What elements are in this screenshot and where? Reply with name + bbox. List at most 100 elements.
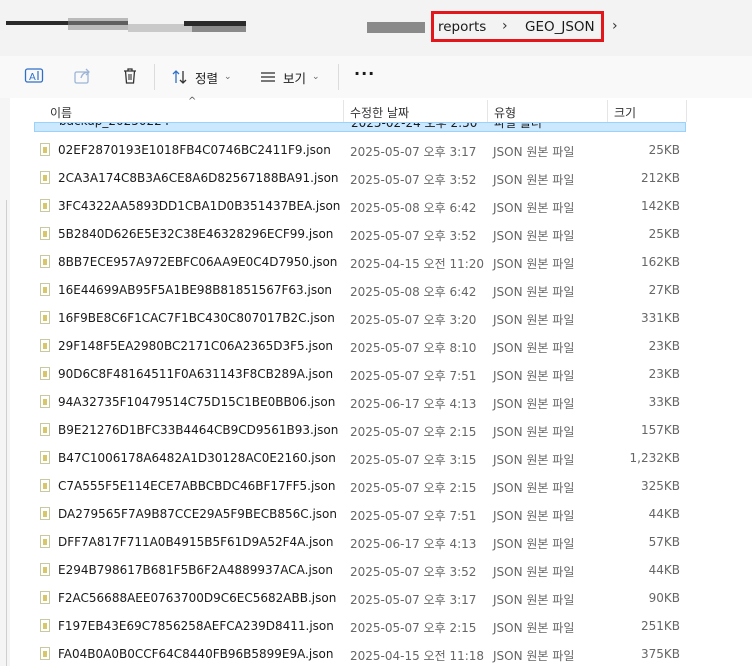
json-file-icon bbox=[40, 255, 50, 268]
file-name: 2CA3A174C8B3A6CE8A6D82567188BA91.json bbox=[58, 171, 339, 185]
file-type: JSON 원본 파일 bbox=[493, 621, 575, 635]
file-size: 23KB bbox=[648, 339, 680, 353]
navigation-pane-divider[interactable] bbox=[6, 200, 7, 666]
file-type: JSON 원본 파일 bbox=[493, 481, 575, 495]
file-row[interactable]: 29F148F5EA2980BC2171C06A2365D3F5.json 202… bbox=[34, 332, 688, 360]
folder-name: backup_20250224 bbox=[59, 123, 169, 128]
file-row[interactable]: DFF7A817F711A0B4915B5F61D9A52F4A.json 202… bbox=[34, 528, 688, 556]
file-row[interactable]: B47C1006178A6482A1D30128AC0E2160.json 202… bbox=[34, 444, 688, 472]
column-divider[interactable] bbox=[607, 100, 608, 122]
file-row[interactable]: FA04B0A0B0CCF64C8440FB96B5899E9A.json 202… bbox=[34, 640, 688, 668]
json-file-icon bbox=[40, 227, 50, 240]
column-divider[interactable] bbox=[686, 100, 687, 122]
file-name: E294B798617B681F5B6F2A4889937ACA.json bbox=[58, 563, 333, 577]
redacted-path bbox=[128, 24, 192, 32]
file-size: 142KB bbox=[640, 199, 680, 213]
file-modified-date: 2025-05-07 오후 3:52 bbox=[350, 173, 477, 187]
file-row[interactable]: 8BB7ECE957A972EBFC06AA9E0C4D7950.json 202… bbox=[34, 248, 688, 276]
toolbar-divider bbox=[154, 64, 155, 90]
file-modified-date: 2025-05-07 오후 2:15 bbox=[350, 621, 477, 635]
column-header-name[interactable]: 이름 bbox=[50, 104, 72, 121]
file-type: JSON 원본 파일 bbox=[493, 649, 575, 663]
file-type: JSON 원본 파일 bbox=[493, 453, 575, 467]
file-row[interactable]: F2AC56688AEE0763700D9C6EC5682ABB.json 202… bbox=[34, 584, 688, 612]
json-file-icon bbox=[40, 507, 50, 520]
file-type: JSON 원본 파일 bbox=[493, 341, 575, 355]
breadcrumb-geo-json[interactable]: GEO_JSON bbox=[525, 19, 595, 35]
breadcrumb-reports[interactable]: reports bbox=[438, 19, 486, 35]
view-icon bbox=[261, 72, 275, 82]
file-name: 02EF2870193E1018FB4C0746BC2411F9.json bbox=[58, 143, 331, 157]
column-header-type[interactable]: 유형 bbox=[494, 104, 516, 121]
file-row[interactable]: 3FC4322AA5893DD1CBA1D0B351437BEA.json 202… bbox=[34, 192, 688, 220]
json-file-icon bbox=[40, 339, 50, 352]
file-size: 212KB bbox=[640, 171, 680, 185]
delete-icon[interactable] bbox=[120, 66, 140, 86]
file-name: F197EB43E69C7856258AEFCA239D8411.json bbox=[58, 619, 334, 633]
file-name: B9E21276D1BFC33B4464CB9CD9561B93.json bbox=[58, 423, 339, 437]
file-size: 23KB bbox=[648, 367, 680, 381]
more-options-button[interactable]: ··· bbox=[354, 64, 375, 83]
address-bar[interactable]: reports › GEO_JSON › bbox=[0, 0, 752, 56]
file-row[interactable]: DA279565F7A9B87CCE29A5F9BECB856C.json 202… bbox=[34, 500, 688, 528]
file-modified-date: 2025-05-07 오후 2:15 bbox=[350, 481, 477, 495]
column-divider[interactable] bbox=[487, 100, 488, 122]
breadcrumb-expand-chevron[interactable]: › bbox=[612, 18, 618, 34]
file-row[interactable]: 02EF2870193E1018FB4C0746BC2411F9.json 202… bbox=[34, 136, 688, 164]
file-row[interactable]: 2CA3A174C8B3A6CE8A6D82567188BA91.json 202… bbox=[34, 164, 688, 192]
file-row[interactable]: 16F9BE8C6F1CAC7F1BC430C807017B2C.json 202… bbox=[34, 304, 688, 332]
file-modified-date: 2025-04-15 오전 11:20 bbox=[350, 257, 485, 271]
view-label: 보기 bbox=[283, 70, 307, 86]
file-row[interactable]: 90D6C8F48164511F0A631143F8CB289A.json 202… bbox=[34, 360, 688, 388]
file-row[interactable]: 94A32735F10479514C75D15C1BE0BB06.json 202… bbox=[34, 388, 688, 416]
file-row[interactable]: 5B2840D626E5E32C38E46328296ECF99.json 202… bbox=[34, 220, 688, 248]
file-type: JSON 원본 파일 bbox=[493, 145, 575, 159]
file-modified-date: 2025-05-07 오후 3:15 bbox=[350, 453, 477, 467]
sort-button[interactable]: 정렬 ⌄ bbox=[171, 66, 232, 88]
file-modified-date: 2025-06-17 오후 4:13 bbox=[350, 537, 477, 551]
sort-label: 정렬 bbox=[195, 70, 219, 86]
json-file-icon bbox=[40, 283, 50, 296]
file-name: B47C1006178A6482A1D30128AC0E2160.json bbox=[58, 451, 336, 465]
file-modified-date: 2025-06-17 오후 4:13 bbox=[350, 397, 477, 411]
file-name: DFF7A817F711A0B4915B5F61D9A52F4A.json bbox=[58, 535, 334, 549]
toolbar-divider bbox=[338, 64, 339, 90]
sort-ascending-icon: ^ bbox=[188, 96, 197, 107]
file-name: 3FC4322AA5893DD1CBA1D0B351437BEA.json bbox=[58, 199, 341, 213]
file-name: 5B2840D626E5E32C38E46328296ECF99.json bbox=[58, 227, 334, 241]
json-file-icon bbox=[40, 563, 50, 576]
file-row[interactable]: E294B798617B681F5B6F2A4889937ACA.json 202… bbox=[34, 556, 688, 584]
file-row[interactable]: F197EB43E69C7856258AEFCA239D8411.json 202… bbox=[34, 612, 688, 640]
view-button[interactable]: 보기 ⌄ bbox=[259, 66, 320, 88]
file-modified-date: 2025-05-07 오후 3:52 bbox=[350, 565, 477, 579]
file-row[interactable]: C7A555F5E114ECE7ABBCBDC46BF17FF5.json 202… bbox=[34, 472, 688, 500]
file-modified-date: 2025-04-15 오전 11:18 bbox=[350, 649, 485, 663]
command-bar: A 정렬 ⌄ 보기 ⌄ ··· bbox=[0, 56, 752, 98]
chevron-down-icon: ⌄ bbox=[224, 72, 232, 82]
file-row[interactable]: 16E44699AB95F5A1BE98B81851567F63.json 202… bbox=[34, 276, 688, 304]
redacted-path bbox=[192, 26, 246, 32]
file-type: JSON 원본 파일 bbox=[493, 537, 575, 551]
file-row[interactable]: B9E21276D1BFC33B4464CB9CD9561B93.json 202… bbox=[34, 416, 688, 444]
column-header-modified[interactable]: 수정한 날짜 bbox=[350, 104, 409, 121]
breadcrumb-separator[interactable]: › bbox=[502, 18, 508, 34]
file-modified-date: 2025-05-07 오후 7:51 bbox=[350, 509, 477, 523]
json-file-icon bbox=[40, 647, 50, 660]
file-name: 94A32735F10479514C75D15C1BE0BB06.json bbox=[58, 395, 336, 409]
folder-row-partial[interactable]: backup_20250224 2025-02-24 오후 2:50 파일 폴더 bbox=[34, 122, 686, 132]
json-file-icon bbox=[40, 423, 50, 436]
file-type: JSON 원본 파일 bbox=[493, 565, 575, 579]
file-size: 25KB bbox=[648, 227, 680, 241]
file-size: 33KB bbox=[648, 395, 680, 409]
folder-date: 2025-02-24 오후 2:50 bbox=[351, 122, 478, 130]
share-icon[interactable] bbox=[73, 66, 93, 86]
column-divider[interactable] bbox=[343, 100, 344, 122]
rename-icon[interactable]: A bbox=[24, 66, 44, 86]
file-name: DA279565F7A9B87CCE29A5F9BECB856C.json bbox=[58, 507, 337, 521]
file-size: 325KB bbox=[640, 479, 680, 493]
file-size: 162KB bbox=[640, 255, 680, 269]
json-file-icon bbox=[40, 311, 50, 324]
file-name: 8BB7ECE957A972EBFC06AA9E0C4D7950.json bbox=[58, 255, 338, 269]
file-modified-date: 2025-05-07 오후 3:52 bbox=[350, 229, 477, 243]
column-header-size[interactable]: 크기 bbox=[614, 104, 636, 121]
